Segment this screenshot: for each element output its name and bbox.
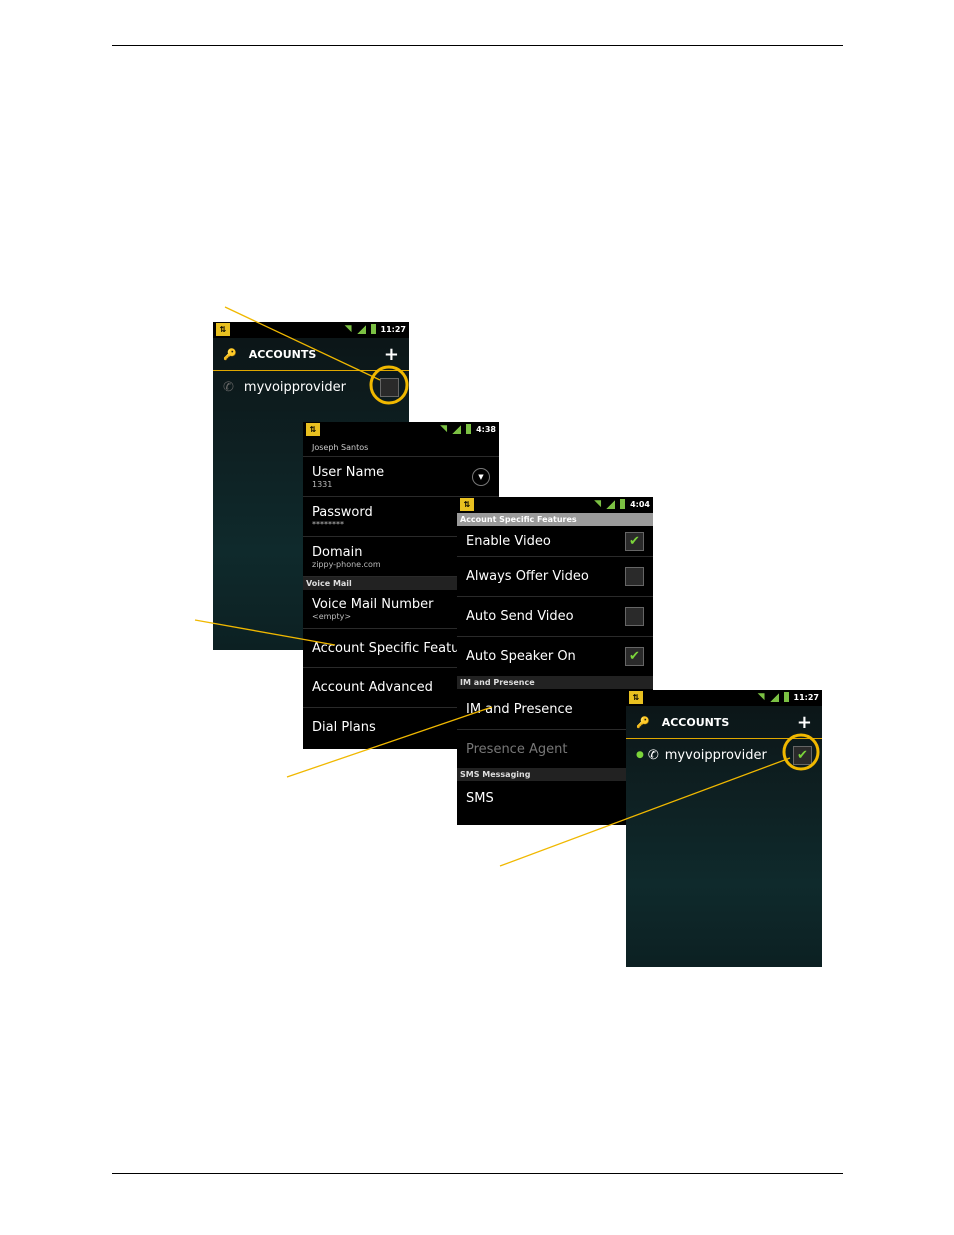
signal-icon	[356, 324, 366, 334]
setting-title: User Name	[312, 464, 385, 480]
setting-title: IM and Presence	[466, 701, 573, 717]
section-header: SMS Messaging	[457, 768, 653, 781]
accounts-screen-checked: ⇅ ◥ 11:27 🔑 ACCOUNTS + ● ✆ myvoipprovider ✔	[626, 690, 822, 967]
feature-auto-send-video[interactable]: Auto Send Video	[457, 597, 653, 637]
signal-icon	[769, 692, 779, 702]
account-name: myvoipprovider	[243, 379, 346, 395]
checkbox-unchecked[interactable]	[625, 567, 644, 586]
feature-label: Always Offer Video	[466, 569, 589, 584]
wifi-icon: ◥	[594, 499, 602, 509]
clock: 11:27	[380, 324, 406, 334]
feature-label: Auto Send Video	[466, 609, 574, 624]
dropdown-icon[interactable]: ▼	[472, 467, 490, 486]
header-rule	[112, 45, 843, 46]
setting-presence-agent: Presence Agent	[457, 730, 653, 768]
status-bar: ⇅ ◥ 11:27	[213, 322, 409, 338]
setting-value: <empty>	[312, 612, 352, 621]
app-icon: ⇅	[306, 423, 320, 436]
footer-rule	[112, 1173, 843, 1174]
setting-sms[interactable]: SMS	[457, 781, 653, 815]
app-icon: ⇅	[216, 323, 230, 336]
feature-always-offer-video[interactable]: Always Offer Video	[457, 557, 653, 597]
account-item[interactable]: ✆ myvoipprovider	[213, 371, 409, 403]
battery-icon	[783, 692, 789, 702]
account-checkbox[interactable]: ✔	[793, 745, 812, 765]
section-header: IM and Presence	[457, 676, 653, 689]
feature-enable-video[interactable]: Enable Video ✔	[457, 526, 653, 557]
battery-icon	[370, 324, 376, 334]
signal-icon	[452, 424, 462, 434]
app-icon: ⇅	[460, 498, 474, 511]
add-account-button[interactable]: +	[384, 344, 399, 365]
section-header: Account Specific Features	[457, 513, 653, 526]
setting-value: 1331	[312, 479, 333, 489]
checkbox-checked[interactable]: ✔	[625, 531, 644, 551]
signal-icon	[606, 499, 616, 509]
screen-title: ACCOUNTS	[248, 347, 317, 361]
add-account-button[interactable]: +	[797, 712, 812, 733]
phone-icon: ✆	[647, 747, 659, 763]
account-header: Joseph Santos	[303, 438, 499, 457]
setting-user-name[interactable]: User Name 1331 ▼	[303, 457, 499, 497]
setting-value: ********	[312, 519, 344, 529]
setting-title: SMS	[466, 790, 494, 806]
setting-im-presence[interactable]: IM and Presence	[457, 689, 653, 730]
checkbox-unchecked[interactable]	[625, 607, 644, 626]
setting-title: Password	[312, 504, 373, 520]
key-icon: 🔑	[223, 347, 237, 361]
checkbox-checked[interactable]: ✔	[625, 647, 644, 666]
setting-value: zippy-phone.com	[312, 559, 381, 569]
setting-title: Dial Plans	[312, 720, 376, 735]
features-screen: ⇅ ◥ 4:04 Account Specific Features Enable …	[457, 497, 653, 825]
feature-label: Auto Speaker On	[466, 649, 576, 664]
account-name: myvoipprovider	[664, 747, 767, 763]
online-dot-icon: ●	[636, 750, 644, 760]
battery-icon	[466, 424, 472, 434]
clock: 4:04	[630, 499, 650, 509]
app-icon: ⇅	[629, 691, 643, 704]
feature-auto-speaker-on[interactable]: Auto Speaker On ✔	[457, 637, 653, 676]
phone-icon: ✆	[223, 379, 234, 395]
setting-title: Account Advanced	[312, 680, 433, 695]
feature-label: Enable Video	[466, 533, 551, 549]
clock: 4:38	[476, 424, 496, 434]
account-item[interactable]: ● ✆ myvoipprovider ✔	[626, 739, 822, 771]
account-checkbox[interactable]	[380, 377, 399, 397]
wifi-icon: ◥	[757, 692, 765, 702]
clock: 11:27	[793, 692, 819, 702]
wifi-icon: ◥	[344, 324, 352, 334]
document-page: ⇅ ◥ 11:27 🔑 ACCOUNTS + ✆ myvoipprovider ⇅ ◥ 4:3…	[0, 0, 954, 1235]
key-icon: 🔑	[636, 715, 650, 729]
battery-icon	[620, 499, 626, 509]
setting-title: Domain	[312, 544, 363, 560]
screen-title: ACCOUNTS	[661, 715, 730, 729]
setting-title: Account Specific Features	[312, 640, 480, 656]
setting-title: Presence Agent	[466, 741, 568, 757]
wifi-icon: ◥	[440, 424, 448, 434]
setting-title: Voice Mail Number	[312, 597, 434, 612]
